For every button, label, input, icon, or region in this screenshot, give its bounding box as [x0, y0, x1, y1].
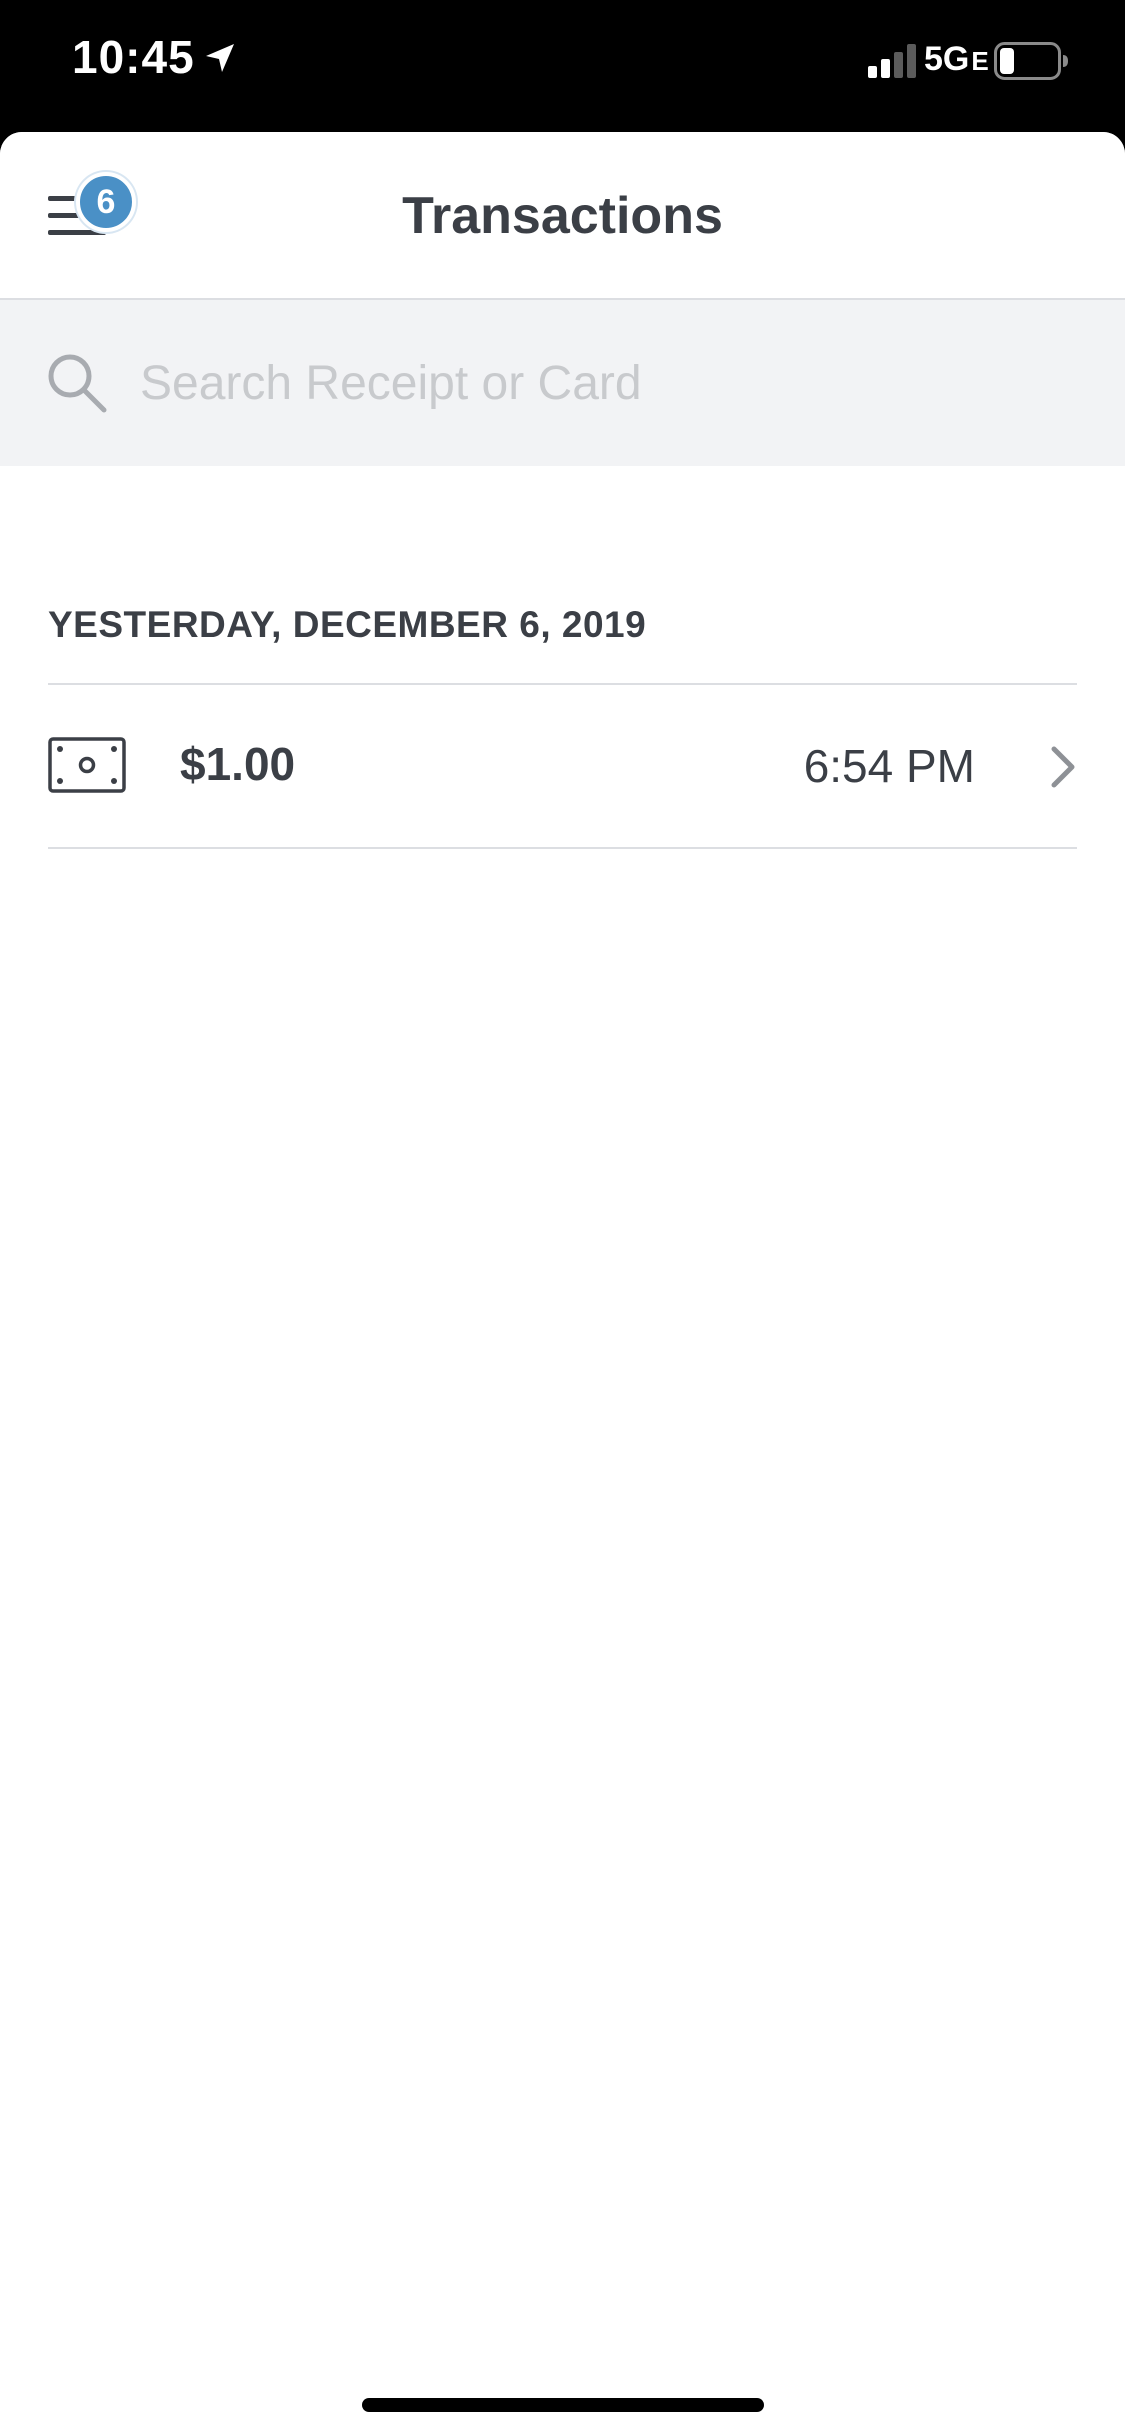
battery-icon	[994, 42, 1068, 80]
divider	[48, 847, 1077, 849]
transaction-row[interactable]: $1.00 6:54 PM	[0, 685, 1125, 847]
search-input[interactable]	[140, 340, 1040, 426]
transaction-amount: $1.00	[180, 738, 296, 790]
network-label: 5G	[924, 40, 970, 78]
transactions-sheet: 6 Transactions YESTERDAY, DECEMBER 6, 20…	[0, 132, 1125, 2436]
status-bar: 10:45 5GE	[0, 0, 1125, 132]
date-section-header: YESTERDAY, DECEMBER 6, 2019	[48, 604, 647, 645]
search-bar[interactable]	[0, 300, 1125, 466]
chevron-right-icon	[1051, 746, 1075, 788]
signal-bars-icon	[868, 44, 916, 78]
search-icon	[48, 354, 107, 413]
transaction-time: 6:54 PM	[803, 740, 975, 792]
status-time: 10:45	[72, 31, 195, 83]
location-arrow-icon	[206, 44, 234, 72]
page-title: Transactions	[402, 187, 723, 245]
home-indicator[interactable]	[362, 2398, 764, 2412]
phone-screen: 10:45 5GE 6 Transactions Search Receipt …	[0, 0, 1125, 2436]
nav-bar: 6 Transactions	[0, 132, 1125, 300]
cash-icon	[48, 737, 126, 793]
network-type: 5GE	[924, 40, 989, 79]
network-suffix: E	[971, 46, 989, 76]
